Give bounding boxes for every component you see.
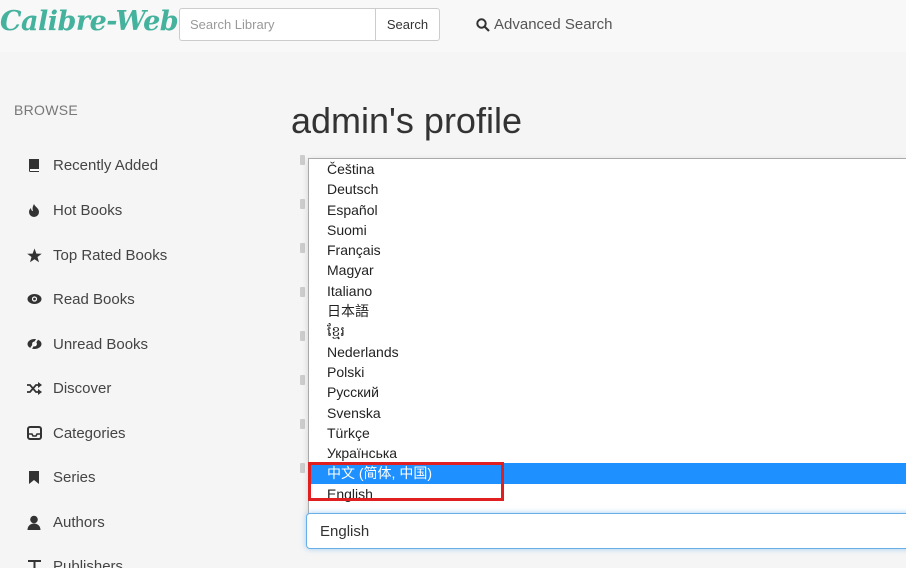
language-option[interactable]: ខ្មែរ bbox=[309, 321, 906, 341]
sidebar-item-top-rated[interactable]: Top Rated Books bbox=[26, 244, 167, 266]
user-icon bbox=[26, 514, 42, 530]
brand-logo[interactable]: Calibre-Web bbox=[0, 6, 179, 37]
book-icon bbox=[26, 157, 42, 173]
sidebar-item-authors[interactable]: Authors bbox=[26, 511, 105, 533]
shuffle-icon bbox=[26, 380, 42, 396]
search-button[interactable]: Search bbox=[375, 8, 440, 41]
language-option[interactable]: English bbox=[309, 484, 906, 504]
search-icon bbox=[476, 17, 490, 32]
language-option[interactable]: Čeština bbox=[309, 159, 906, 179]
sidebar-item-label: Authors bbox=[53, 513, 105, 531]
language-option[interactable]: Polski bbox=[309, 362, 906, 382]
sidebar-item-discover[interactable]: Discover bbox=[26, 377, 111, 399]
sidebar-item-categories[interactable]: Categories bbox=[26, 422, 126, 444]
sidebar-item-label: Unread Books bbox=[53, 335, 149, 353]
hidden-form-fields bbox=[300, 155, 308, 510]
eye-icon bbox=[26, 291, 42, 307]
sidebar-item-unread-books[interactable]: Unread Books bbox=[26, 333, 148, 355]
language-option[interactable]: Türkçe bbox=[309, 423, 906, 443]
top-navbar: Calibre-Web Search Advanced Search bbox=[0, 0, 906, 52]
fire-icon bbox=[26, 202, 42, 218]
language-select[interactable]: English bbox=[306, 513, 906, 549]
text-size-icon bbox=[26, 558, 42, 568]
language-option[interactable]: Русский bbox=[309, 382, 906, 402]
language-option[interactable]: Italiano bbox=[309, 281, 906, 301]
sidebar-item-label: Categories bbox=[53, 424, 126, 442]
language-option[interactable]: Українська bbox=[309, 443, 906, 463]
advanced-search-link[interactable]: Advanced Search bbox=[476, 16, 612, 33]
page-title: admin's profile bbox=[291, 100, 522, 141]
eye-slash-icon bbox=[26, 336, 42, 352]
browse-heading: BROWSE bbox=[14, 102, 79, 118]
sidebar-item-series[interactable]: Series bbox=[26, 466, 96, 488]
advanced-search-label: Advanced Search bbox=[494, 16, 613, 33]
bookmark-icon bbox=[26, 469, 42, 485]
sidebar-item-label: Discover bbox=[53, 379, 112, 397]
language-option-highlighted[interactable]: 中文 (简体, 中国) bbox=[309, 463, 906, 484]
sidebar-item-hot-books[interactable]: Hot Books bbox=[26, 199, 122, 221]
sidebar-item-label: Read Books bbox=[53, 290, 135, 308]
sidebar-item-label: Publishers bbox=[53, 557, 124, 568]
language-dropdown-list[interactable]: Čeština Deutsch Español Suomi Français M… bbox=[308, 158, 906, 514]
language-option[interactable]: Magyar bbox=[309, 260, 906, 280]
language-option[interactable]: 日本語 bbox=[309, 301, 906, 321]
language-option[interactable]: Deutsch bbox=[309, 179, 906, 199]
language-option[interactable]: Français bbox=[309, 240, 906, 260]
language-option[interactable]: Nederlands bbox=[309, 342, 906, 362]
sidebar-item-label: Series bbox=[53, 468, 96, 486]
inbox-icon bbox=[26, 425, 42, 441]
sidebar-item-label: Hot Books bbox=[53, 201, 123, 219]
language-option[interactable]: Svenska bbox=[309, 403, 906, 423]
language-option[interactable]: Suomi bbox=[309, 220, 906, 240]
sidebar-item-recently-added[interactable]: Recently Added bbox=[26, 154, 158, 176]
star-icon bbox=[26, 247, 42, 263]
search-input[interactable] bbox=[179, 8, 375, 41]
sidebar-item-label: Recently Added bbox=[53, 156, 159, 174]
language-option[interactable]: Español bbox=[309, 200, 906, 220]
sidebar-item-read-books[interactable]: Read Books bbox=[26, 288, 135, 310]
sidebar-item-label: Top Rated Books bbox=[53, 246, 168, 264]
sidebar-item-publishers[interactable]: Publishers bbox=[26, 555, 123, 568]
